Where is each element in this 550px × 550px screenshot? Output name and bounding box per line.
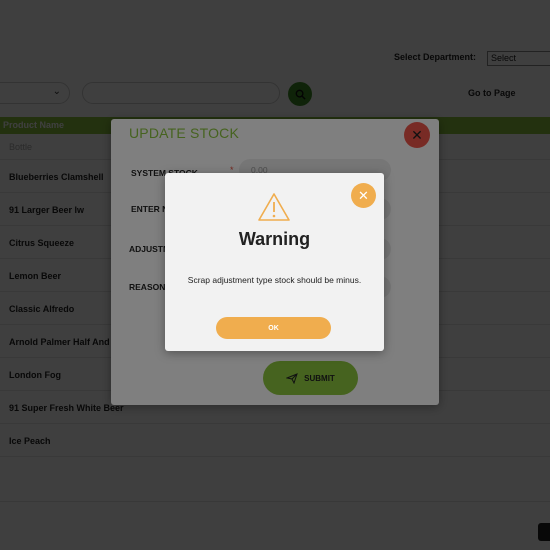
warning-close-button[interactable]: ✕ [351,183,376,208]
warning-triangle-icon [258,193,290,221]
warning-message: Scrap adjustment type stock should be mi… [187,275,362,285]
close-icon: ✕ [358,187,369,203]
ok-button[interactable]: OK [216,317,331,339]
warning-title: Warning [238,229,311,249]
warning-dialog: ✕ Warning Scrap adjustment type stock sh… [165,173,384,351]
